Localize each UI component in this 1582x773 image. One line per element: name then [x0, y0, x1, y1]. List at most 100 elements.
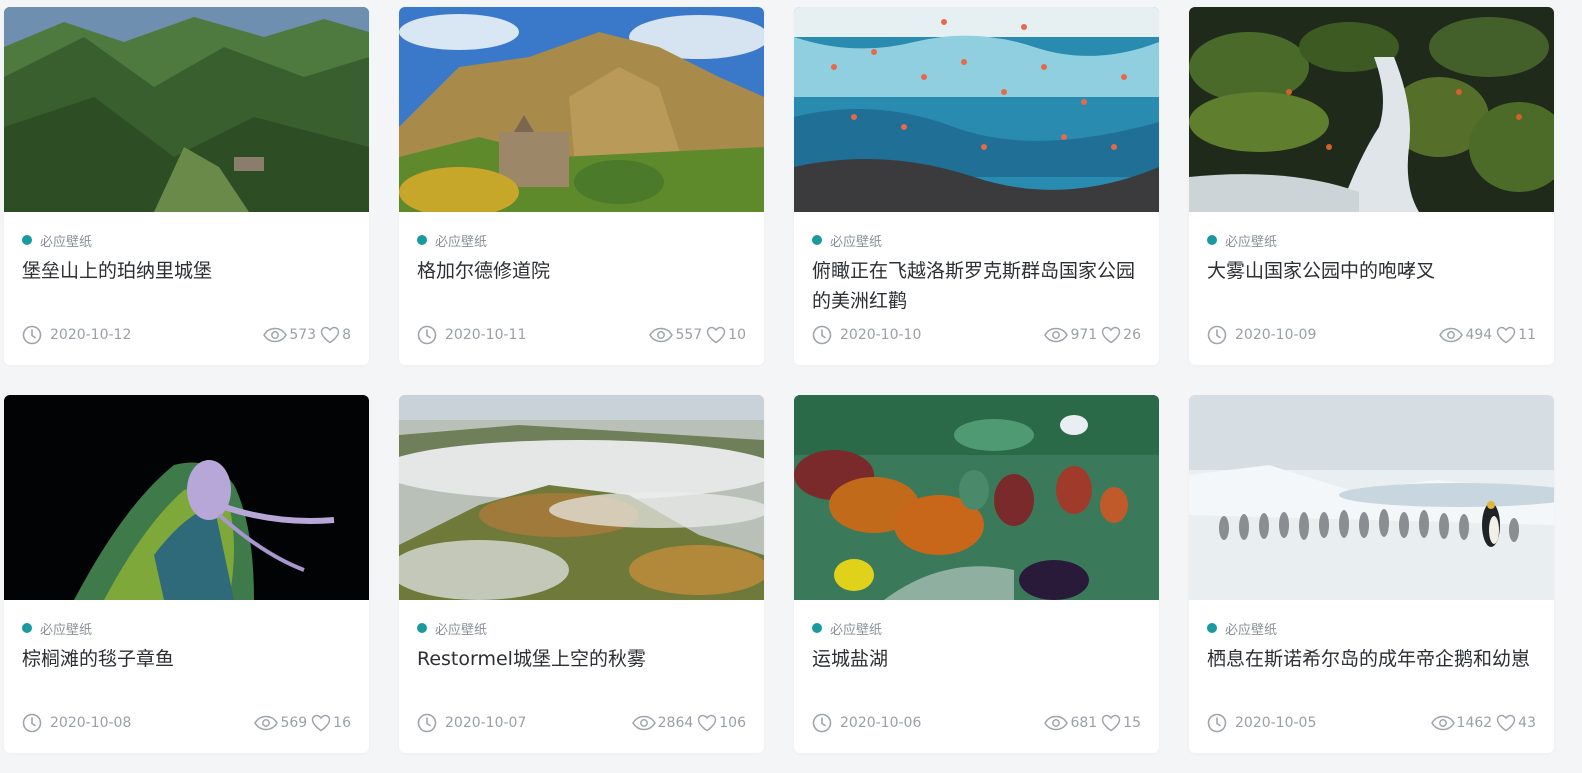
wallpaper-thumbnail[interactable]	[1189, 395, 1554, 600]
like-count: 10	[728, 327, 746, 343]
wallpaper-thumbnail[interactable]	[4, 395, 369, 600]
category-tag: 必应壁纸	[1207, 231, 1278, 250]
publish-date: 2020-10-11	[445, 327, 527, 343]
eye-icon	[1430, 715, 1455, 731]
wallpaper-card[interactable]: 必应壁纸 棕榈滩的毯子章鱼 2020-10-08 569 16	[4, 395, 369, 753]
like-count: 11	[1518, 327, 1536, 343]
category-tag: 必应壁纸	[417, 619, 488, 638]
view-count: 569	[280, 715, 308, 731]
category-label: 必应壁纸	[1225, 234, 1278, 250]
card-meta: 2020-10-05 1462 43	[1207, 711, 1536, 735]
category-tag: 必应壁纸	[812, 619, 883, 638]
view-count: 557	[675, 327, 703, 343]
card-meta: 2020-10-06 681 15	[812, 711, 1141, 735]
category-tag: 必应壁纸	[417, 231, 488, 250]
wallpaper-card[interactable]: 必应壁纸 俯瞰正在飞越洛斯罗克斯群岛国家公园的美洲红鹳 2020-10-10 9…	[794, 7, 1159, 365]
publish-date: 2020-10-08	[50, 715, 132, 731]
clock-icon	[812, 325, 832, 345]
eye-icon	[1044, 715, 1069, 731]
heart-icon[interactable]	[1496, 326, 1516, 344]
publish-date: 2020-10-05	[1235, 715, 1317, 731]
category-label: 必应壁纸	[40, 234, 93, 250]
card-meta: 2020-10-08 569 16	[22, 711, 351, 735]
category-label: 必应壁纸	[830, 234, 883, 250]
category-label: 必应壁纸	[40, 622, 93, 638]
wallpaper-card[interactable]: 必应壁纸 运城盐湖 2020-10-06 681 15	[794, 395, 1159, 753]
view-count: 681	[1070, 715, 1098, 731]
wallpaper-title[interactable]: 棕榈滩的毯子章鱼	[22, 644, 352, 674]
heart-icon[interactable]	[706, 326, 726, 344]
card-meta: 2020-10-12 573 8	[22, 323, 351, 347]
like-count: 106	[719, 715, 746, 731]
wallpaper-card[interactable]: 必应壁纸 Restormel城堡上空的秋雾 2020-10-07 2864 10…	[399, 395, 764, 753]
wallpaper-title[interactable]: 格加尔德修道院	[417, 256, 747, 286]
category-tag: 必应壁纸	[1207, 619, 1278, 638]
clock-icon	[1207, 325, 1227, 345]
card-meta: 2020-10-10 971 26	[812, 323, 1141, 347]
clock-icon	[812, 713, 832, 733]
category-label: 必应壁纸	[1225, 622, 1278, 638]
wallpaper-title[interactable]: 堡垒山上的珀纳里城堡	[22, 256, 352, 286]
wallpaper-title[interactable]: 栖息在斯诺希尔岛的成年帝企鹅和幼崽	[1207, 644, 1537, 674]
wallpaper-thumbnail[interactable]	[399, 395, 764, 600]
wallpaper-title[interactable]: 运城盐湖	[812, 644, 1142, 674]
category-dot	[812, 235, 822, 245]
clock-icon	[22, 325, 42, 345]
publish-date: 2020-10-12	[50, 327, 132, 343]
wallpaper-title[interactable]: Restormel城堡上空的秋雾	[417, 644, 747, 674]
wallpaper-thumbnail[interactable]	[794, 395, 1159, 600]
wallpaper-title[interactable]: 俯瞰正在飞越洛斯罗克斯群岛国家公园的美洲红鹳	[812, 256, 1142, 316]
heart-icon[interactable]	[1101, 326, 1121, 344]
like-count: 43	[1518, 715, 1536, 731]
category-dot	[812, 623, 822, 633]
clock-icon	[1207, 713, 1227, 733]
eye-icon	[1439, 327, 1464, 343]
wallpaper-title[interactable]: 大雾山国家公园中的咆哮叉	[1207, 256, 1537, 286]
category-dot	[417, 623, 427, 633]
publish-date: 2020-10-07	[445, 715, 527, 731]
heart-icon[interactable]	[320, 326, 340, 344]
wallpaper-thumbnail[interactable]	[399, 7, 764, 212]
category-label: 必应壁纸	[435, 622, 488, 638]
publish-date: 2020-10-06	[840, 715, 922, 731]
wallpaper-thumbnail[interactable]	[1189, 7, 1554, 212]
publish-date: 2020-10-10	[840, 327, 922, 343]
wallpaper-card[interactable]: 必应壁纸 栖息在斯诺希尔岛的成年帝企鹅和幼崽 2020-10-05 1462 4…	[1189, 395, 1554, 753]
eye-icon	[263, 327, 288, 343]
wallpaper-thumbnail[interactable]	[4, 7, 369, 212]
heart-icon[interactable]	[1101, 714, 1121, 732]
category-tag: 必应壁纸	[22, 231, 93, 250]
view-count: 1462	[1456, 715, 1493, 731]
category-label: 必应壁纸	[435, 234, 488, 250]
clock-icon	[417, 325, 437, 345]
eye-icon	[649, 327, 674, 343]
like-count: 26	[1123, 327, 1141, 343]
category-dot	[22, 623, 32, 633]
clock-icon	[417, 713, 437, 733]
category-label: 必应壁纸	[830, 622, 883, 638]
view-count: 494	[1465, 327, 1493, 343]
publish-date: 2020-10-09	[1235, 327, 1317, 343]
eye-icon	[254, 715, 279, 731]
heart-icon[interactable]	[1496, 714, 1516, 732]
view-count: 971	[1070, 327, 1098, 343]
wallpaper-thumbnail[interactable]	[794, 7, 1159, 212]
wallpaper-card[interactable]: 必应壁纸 堡垒山上的珀纳里城堡 2020-10-12 573 8	[4, 7, 369, 365]
heart-icon[interactable]	[697, 714, 717, 732]
eye-icon	[1044, 327, 1069, 343]
card-meta: 2020-10-11 557 10	[417, 323, 746, 347]
card-meta: 2020-10-07 2864 106	[417, 711, 746, 735]
clock-icon	[22, 713, 42, 733]
category-dot	[417, 235, 427, 245]
category-tag: 必应壁纸	[812, 231, 883, 250]
wallpaper-grid: 必应壁纸 堡垒山上的珀纳里城堡 2020-10-12 573 8 必应壁纸 格加…	[0, 0, 1582, 773]
heart-icon[interactable]	[311, 714, 331, 732]
wallpaper-card[interactable]: 必应壁纸 大雾山国家公园中的咆哮叉 2020-10-09 494 11	[1189, 7, 1554, 365]
view-count: 573	[289, 327, 317, 343]
category-dot	[22, 235, 32, 245]
card-meta: 2020-10-09 494 11	[1207, 323, 1536, 347]
like-count: 8	[342, 327, 351, 343]
like-count: 15	[1123, 715, 1141, 731]
view-count: 2864	[657, 715, 694, 731]
wallpaper-card[interactable]: 必应壁纸 格加尔德修道院 2020-10-11 557 10	[399, 7, 764, 365]
